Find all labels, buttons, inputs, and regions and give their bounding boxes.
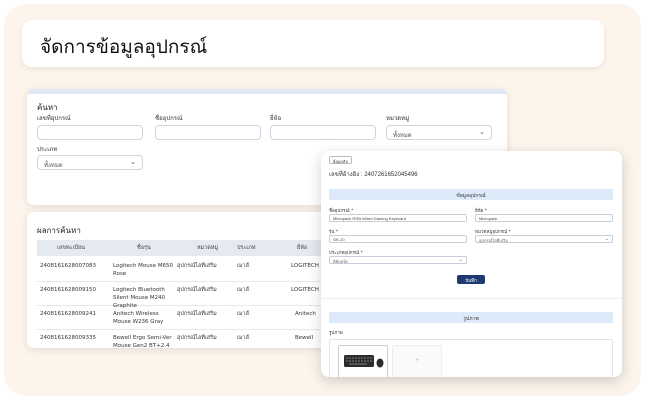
cell-type: เมาส์ — [237, 311, 249, 317]
chevron-down-icon: ⌄ — [130, 158, 136, 166]
page-header: จัดการข้อมูลอุปกรณ์ — [22, 20, 604, 67]
category-select[interactable]: อุปกรณ์ไอทีเสริม ⌄ — [475, 235, 613, 243]
cell-id: 2408161628007083 — [40, 263, 96, 269]
cell-brand: Bewell — [295, 335, 314, 341]
registration-number: เลขที่อ้างอิง : 2407261652045496 — [329, 172, 418, 178]
cell-category: อุปกรณ์ไอทีเสริม — [177, 287, 217, 293]
equipment-no-label: เลขที่อุปกรณ์ — [37, 115, 71, 122]
column-header[interactable]: หมวดหมู่ — [197, 244, 218, 252]
brand-label: ยี่ห้อ — [270, 115, 282, 122]
column-header[interactable]: เลขทะเบียน — [57, 244, 85, 252]
cell-model: Bewell Ergo Semi-Ver Mouse Gen2 BT+2.4 B… — [113, 335, 172, 348]
back-button[interactable]: ย้อนกลับ — [329, 156, 352, 164]
cell-brand: LOGITECH — [291, 263, 319, 269]
divider — [321, 298, 622, 299]
brand-label: ยี่ห้อ * — [475, 209, 487, 214]
column-header[interactable]: ชื่อรุ่น — [137, 244, 151, 252]
type-select-value: ทั้งหมด — [44, 162, 63, 169]
model-input[interactable]: GK-10 — [329, 235, 467, 243]
name-input[interactable]: Micropack RGB Wired Gaming Keyboard — [329, 214, 467, 222]
category-select-value: อุปกรณ์ไอทีเสริม — [479, 238, 508, 243]
category-label: หมวดหมู่ — [386, 115, 410, 122]
type-select[interactable]: ทั้งหมด ⌄ — [37, 155, 143, 170]
cell-category: อุปกรณ์ไอทีเสริม — [177, 311, 217, 317]
chevron-down-icon: ⌄ — [479, 128, 485, 136]
chevron-down-icon: ⌄ — [604, 236, 609, 242]
type-label: ประเภท — [37, 146, 58, 153]
cell-model: Logitech Mouse M650 Rose — [113, 263, 173, 277]
category-select-value: ทั้งหมด — [393, 132, 412, 139]
cell-brand: LOGITECH — [291, 287, 319, 293]
cell-type: เมาส์ — [237, 263, 249, 269]
type-select-value: คีย์บอร์ด — [333, 259, 348, 264]
equipment-no-input[interactable] — [37, 125, 143, 140]
keyboard-thumbnail[interactable] — [338, 345, 388, 377]
cell-type: เมาส์ — [237, 335, 249, 341]
cell-model: Anitech Wireless Mouse W236 Gray — [113, 311, 164, 325]
results-heading: ผลการค้นหา — [37, 226, 81, 235]
type-label: ประเภทอุปกรณ์ * — [329, 251, 363, 256]
cell-brand: Anitech — [295, 311, 316, 317]
info-section-header: ข้อมูลอุปกรณ์ — [329, 189, 613, 200]
equipment-name-input[interactable] — [155, 125, 261, 140]
equipment-name-label: ชื่ออุปกรณ์ — [155, 115, 183, 122]
cell-type: เมาส์ — [237, 287, 249, 293]
category-label: หมวดหมู่อุปกรณ์ * — [475, 230, 511, 235]
column-header[interactable]: ประเภท — [237, 244, 256, 252]
save-button[interactable]: บันทึก — [457, 275, 485, 284]
brand-input[interactable]: Micropack — [475, 214, 613, 222]
chevron-down-icon: ⌄ — [458, 257, 463, 263]
category-select[interactable]: ทั้งหมด ⌄ — [386, 125, 492, 140]
column-header[interactable]: ยี่ห้อ — [297, 244, 307, 252]
type-select[interactable]: คีย์บอร์ด ⌄ — [329, 256, 467, 264]
cell-id: 2408161628009335 — [40, 335, 96, 341]
cell-category: อุปกรณ์ไอทีเสริม — [177, 335, 217, 341]
keyboard-image — [344, 355, 384, 368]
cell-id: 2408161628009150 — [40, 287, 96, 293]
equipment-detail-modal: ย้อนกลับ เลขที่อ้างอิง : 240726165204549… — [321, 151, 622, 377]
add-image-slot[interactable]: + — [392, 345, 442, 377]
model-label: รุ่น * — [329, 230, 339, 235]
image-section-header: รูปภาพ — [329, 312, 613, 323]
page-title: จัดการข้อมูลอุปกรณ์ — [40, 36, 208, 58]
brand-input[interactable] — [270, 125, 376, 140]
cell-id: 2408161628009241 — [40, 311, 96, 317]
image-label: รูปภาพ — [329, 331, 343, 336]
image-gallery: + — [329, 339, 613, 377]
cell-category: อุปกรณ์ไอทีเสริม — [177, 263, 217, 269]
name-label: ชื่ออุปกรณ์ * — [329, 209, 354, 214]
